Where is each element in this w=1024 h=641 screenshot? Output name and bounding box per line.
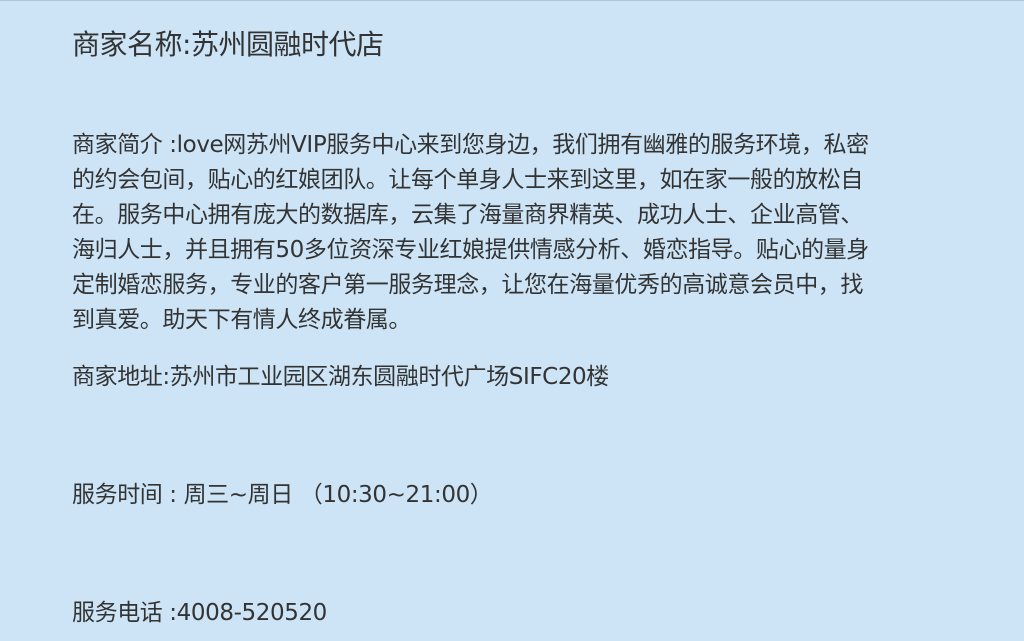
merchant-intro-line: 定制婚恋服务，专业的客户第一服务理念，让您在海量优秀的高诚意会员中，找 [72, 272, 864, 298]
service-phone-value: 4008-520520 [176, 600, 328, 626]
service-phone-label: 服务电话 : [72, 600, 177, 626]
service-hours: 服务时间 : 周三~周日 （10:30~21:00） [72, 478, 952, 513]
merchant-address-value: 苏州市工业园区湖东圆融时代广场SIFC20楼 [169, 364, 610, 390]
merchant-name: 商家名称:苏州圆融时代店 [72, 25, 952, 65]
service-hours-label: 服务时间 : [72, 482, 184, 508]
merchant-intro-line: 到真爱。助天下有情人终成眷属。 [72, 307, 412, 333]
merchant-name-value: 苏州圆融时代店 [190, 28, 384, 61]
service-phone: 服务电话 :4008-520520 [72, 596, 952, 631]
merchant-intro-label: 商家简介 : [72, 132, 177, 158]
merchant-intro: 商家简介 :love网苏州VIP服务中心来到您身边，我们拥有幽雅的服务环境，私密… [72, 128, 952, 338]
merchant-intro-line: 的约会包间，贴心的红娘团队。让每个单身人士来到这里，如在家一般的放松自 [72, 167, 864, 193]
merchant-info-page: 商家名称:苏州圆融时代店 商家简介 :love网苏州VIP服务中心来到您身边，我… [0, 1, 1024, 641]
merchant-intro-line: 海归人士，并且拥有50多位资深专业红娘提供情感分析、婚恋指导。贴心的量身 [72, 237, 869, 263]
merchant-intro-line: 在。服务中心拥有庞大的数据库，云集了海量商界精英、成功人士、企业高管、 [72, 202, 864, 228]
merchant-intro-text: love网苏州VIP服务中心来到您身边，我们拥有幽雅的服务环境，私密 [176, 132, 869, 158]
merchant-intro-line: 商家简介 :love网苏州VIP服务中心来到您身边，我们拥有幽雅的服务环境，私密 [72, 128, 952, 163]
merchant-address: 商家地址:苏州市工业园区湖东圆融时代广场SIFC20楼 [72, 360, 952, 395]
service-hours-value: 周三~周日 （10:30~21:00） [183, 482, 493, 508]
merchant-address-label: 商家地址: [72, 364, 170, 390]
merchant-name-label: 商家名称: [72, 28, 191, 61]
